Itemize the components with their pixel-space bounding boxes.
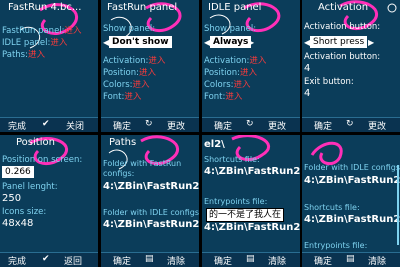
row-font[interactable]: Font:进入 bbox=[204, 90, 242, 102]
softkey-right[interactable]: 更改 bbox=[167, 119, 185, 132]
softkey-bar: 确定 ↻ 更改 bbox=[302, 117, 400, 132]
refresh-icon[interactable]: ↻ bbox=[346, 119, 354, 129]
softkey-bar: 确定 ↻ 更改 bbox=[202, 117, 300, 132]
softkey-right[interactable]: 更改 bbox=[268, 119, 286, 132]
shortcuts-file-path[interactable]: 4:\ZBin\FastRun2\shortcuts.txt bbox=[204, 166, 300, 178]
panel-paths-2: el2\ Shortcuts file: 4:\ZBin\FastRun2\sh… bbox=[202, 135, 300, 267]
menu-icon[interactable]: ▤ bbox=[145, 254, 154, 264]
row-exit-button: Exit button: bbox=[304, 77, 354, 87]
row-fastrun-panel[interactable]: FastRun panel:进入 bbox=[2, 24, 82, 36]
softkey-right[interactable]: 关闭 bbox=[66, 119, 84, 132]
softkey-left[interactable]: 完成 bbox=[8, 254, 26, 267]
panel-idle-settings: IDLE panel Show panel: ◀ Always ▶ Activa… bbox=[202, 0, 300, 132]
row-panel-length: Panel lenght: bbox=[2, 182, 58, 192]
label-shortcuts-file: Shortcuts file: bbox=[304, 203, 360, 212]
panel-position: Position Position on screen: 0.266 Panel… bbox=[0, 135, 98, 267]
softkey-right[interactable]: 清除 bbox=[368, 254, 386, 267]
label-shortcuts-file: Shortcuts file: bbox=[204, 155, 260, 164]
row-activation-button: Activation button: bbox=[304, 22, 381, 32]
softkey-bar: 确定 ↻ 更改 bbox=[101, 117, 199, 132]
icons-size-value[interactable]: 48x48 bbox=[2, 218, 33, 229]
label-fastrun-configs: Folder with FastRun configs: bbox=[103, 159, 182, 178]
show-panel-selector[interactable]: Always bbox=[210, 36, 252, 48]
row-show-panel: Show panel: bbox=[204, 24, 257, 34]
shortcuts-file-path[interactable]: 4:\ZBin\FastRun2\shortcuts.txt bbox=[304, 214, 400, 226]
row-activation[interactable]: Activation:进入 bbox=[204, 54, 266, 66]
input-candidate-popup[interactable]: 的一不是了我人在 bbox=[206, 208, 285, 222]
row-position[interactable]: Position:进入 bbox=[204, 66, 257, 78]
panel-fastrun-main: FastRun 4.bc... FastRun panel:进入 IDLE pa… bbox=[0, 0, 98, 132]
panel-fastrun-settings: FastRun panel Show panel: ◀ Don't show A… bbox=[101, 0, 199, 132]
row-position[interactable]: Position:进入 bbox=[103, 66, 156, 78]
softkey-bar: 完成 ✔ 返回 bbox=[0, 252, 98, 267]
window-title: Activation bbox=[318, 2, 369, 13]
fastrun-configs-path[interactable]: 4:\ZBin\FastRun2\panel1\ bbox=[103, 181, 199, 193]
entrypoints-file-path[interactable]: 4:\ZBin\FastRun2\entrypoints.txt bbox=[204, 222, 300, 234]
idle-configs-path[interactable]: 4:\ZBin\FastRun2\panel2\ bbox=[304, 175, 400, 187]
arrow-right-icon[interactable]: ▶ bbox=[248, 38, 254, 47]
idle-configs-path[interactable]: 4:\ZBin\FastRun2\panel2\ bbox=[103, 219, 199, 231]
row-activation[interactable]: Activation:进入 bbox=[103, 54, 165, 66]
menu-icon[interactable]: ▤ bbox=[246, 254, 255, 264]
softkey-bar: 确定 ▤ 清除 bbox=[202, 252, 300, 267]
check-icon[interactable]: ✔ bbox=[42, 119, 50, 129]
label-idle-configs: Folder with IDLE configs: bbox=[103, 208, 199, 217]
softkey-left[interactable]: 确定 bbox=[314, 254, 332, 267]
position-input[interactable]: 0.266 bbox=[2, 166, 34, 178]
softkey-bar: 确定 ▤ 清除 bbox=[101, 252, 199, 267]
refresh-icon[interactable]: ↻ bbox=[145, 119, 153, 129]
row-colors[interactable]: Colors:进入 bbox=[204, 78, 251, 90]
panel-activation: Activation Activation button: ◀ Short pr… bbox=[302, 0, 400, 132]
softkey-left[interactable]: 确定 bbox=[113, 119, 131, 132]
label-entrypoints-file: Entrypoints file: bbox=[304, 241, 368, 250]
window-title: FastRun 4.bc... bbox=[8, 2, 82, 13]
scrollbar[interactable] bbox=[397, 165, 399, 245]
label-entrypoints-file: Entrypoints file: bbox=[204, 197, 268, 206]
row-show-panel: Show panel: bbox=[103, 24, 156, 34]
check-icon[interactable]: ✔ bbox=[42, 254, 50, 264]
row-idle-panel[interactable]: IDLE panel:进入 bbox=[2, 36, 67, 48]
show-panel-selector[interactable]: Don't show bbox=[109, 36, 172, 48]
row-activation-button-heading: Activation button: bbox=[304, 52, 381, 62]
softkey-left[interactable]: 完成 bbox=[8, 119, 26, 132]
softkey-left[interactable]: 确定 bbox=[214, 254, 232, 267]
row-font[interactable]: Font:进入 bbox=[103, 90, 141, 102]
softkey-left[interactable]: 确定 bbox=[214, 119, 232, 132]
window-title: IDLE panel bbox=[208, 2, 262, 13]
row-position-on-screen: Position on screen: bbox=[2, 155, 83, 165]
softkey-left[interactable]: 确定 bbox=[113, 254, 131, 267]
arrow-right-icon[interactable]: ▶ bbox=[368, 38, 374, 47]
softkey-right[interactable]: 清除 bbox=[268, 254, 286, 267]
refresh-icon[interactable]: ↻ bbox=[246, 119, 254, 129]
activation-selector[interactable]: Short press bbox=[310, 36, 368, 48]
row-colors[interactable]: Colors:进入 bbox=[103, 78, 150, 90]
softkey-bar: 完成 ✔ 关闭 bbox=[0, 117, 98, 132]
panel-length-value[interactable]: 250 bbox=[2, 193, 21, 204]
window-title: Position bbox=[16, 137, 55, 148]
row-paths[interactable]: Paths:进入 bbox=[2, 48, 45, 60]
softkey-right[interactable]: 清除 bbox=[167, 254, 185, 267]
exit-button-value[interactable]: 4 bbox=[304, 88, 310, 99]
row-icons-size: Icons size: bbox=[2, 207, 47, 217]
label-idle-configs: Folder with IDLE configs: bbox=[304, 163, 400, 172]
softkey-bar: 确定 ▤ 清除 bbox=[302, 252, 400, 267]
menu-icon[interactable]: ▤ bbox=[346, 254, 355, 264]
window-title: FastRun panel bbox=[107, 2, 178, 13]
panel-paths-1: Paths Folder with FastRun configs: 4:\ZB… bbox=[101, 135, 199, 267]
softkey-right[interactable]: 更改 bbox=[368, 119, 386, 132]
window-title: Paths bbox=[109, 137, 137, 148]
path-continuation: el2\ bbox=[204, 139, 225, 150]
activation-button-value[interactable]: 4 bbox=[304, 63, 310, 74]
screenshot-grid: FastRun 4.bc... FastRun panel:进入 IDLE pa… bbox=[0, 0, 400, 267]
softkey-left[interactable]: 确定 bbox=[314, 119, 332, 132]
panel-paths-3: Folder with IDLE configs: 4:\ZBin\FastRu… bbox=[302, 135, 400, 267]
softkey-right[interactable]: 返回 bbox=[64, 254, 82, 267]
